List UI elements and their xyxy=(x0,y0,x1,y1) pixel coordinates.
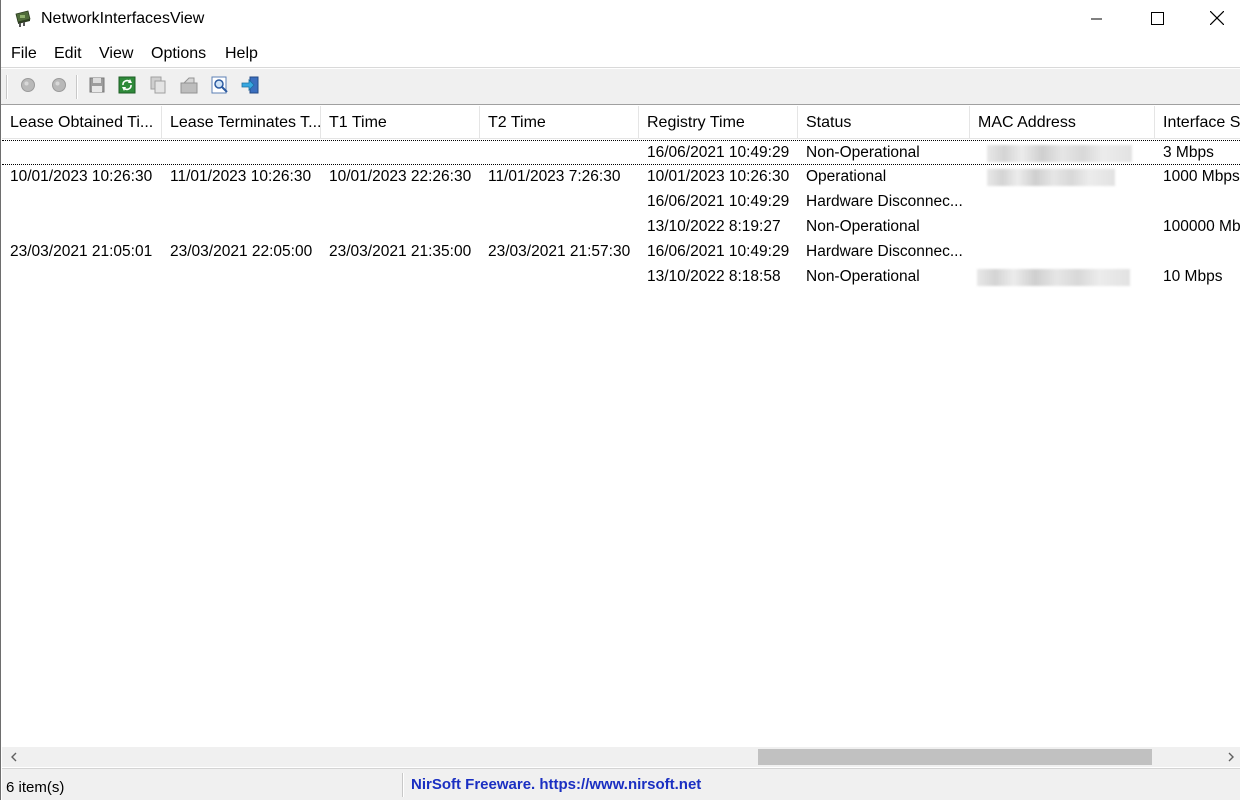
cell-interface-speed: 10 Mbps xyxy=(1163,268,1223,285)
cell-lease-terminates: 11/01/2023 10:26:30 xyxy=(170,168,312,185)
cell-registry-time: 13/10/2022 8:18:58 xyxy=(647,268,781,285)
toolbar-separator xyxy=(76,75,78,99)
scroll-right-button[interactable] xyxy=(1221,747,1240,767)
scroll-thumb[interactable] xyxy=(758,749,1152,765)
exit-button[interactable] xyxy=(239,75,263,99)
column-header-lease-terminates[interactable]: Lease Terminates T... xyxy=(162,106,321,139)
cell-interface-speed: 100000 Mb xyxy=(1163,218,1240,235)
cell-status: Non-Operational xyxy=(806,144,920,161)
status-divider xyxy=(402,773,404,797)
save-icon xyxy=(88,76,106,98)
mac-address-redacted xyxy=(987,169,1115,186)
close-button[interactable] xyxy=(1187,0,1240,40)
cell-t1-time: 10/01/2023 22:26:30 xyxy=(329,168,472,185)
properties-icon xyxy=(180,76,198,98)
find-icon xyxy=(211,76,229,98)
properties-button[interactable] xyxy=(177,75,201,99)
nirsoft-link[interactable]: NirSoft Freeware. https://www.nirsoft.ne… xyxy=(411,776,701,793)
menu-options[interactable]: Options xyxy=(151,45,206,63)
toolbar xyxy=(1,69,1240,105)
menu-edit[interactable]: Edit xyxy=(54,45,82,63)
cell-interface-speed: 1000 Mbps xyxy=(1163,168,1240,185)
enable-button[interactable] xyxy=(16,75,40,99)
maximize-button[interactable] xyxy=(1127,0,1187,40)
cell-registry-time: 16/06/2021 10:49:29 xyxy=(647,243,790,260)
column-header-mac-address[interactable]: MAC Address xyxy=(970,106,1155,139)
table-row[interactable]: 10/01/2023 10:26:30 11/01/2023 10:26:30 … xyxy=(2,165,1240,190)
cell-t1-time: 23/03/2021 21:35:00 xyxy=(329,243,472,260)
menu-help[interactable]: Help xyxy=(225,45,258,63)
horizontal-scrollbar[interactable] xyxy=(2,747,1240,767)
table-row[interactable]: 16/06/2021 10:49:29 Non-Operational 3 Mb… xyxy=(2,140,1240,165)
chevron-right-icon xyxy=(1226,749,1236,766)
interfaces-table[interactable]: Lease Obtained Ti... Lease Terminates T.… xyxy=(2,106,1240,747)
cell-status: Non-Operational xyxy=(806,218,920,235)
cell-registry-time: 16/06/2021 10:49:29 xyxy=(647,144,790,161)
cell-registry-time: 10/01/2023 10:26:30 xyxy=(647,168,790,185)
app-window: NetworkInterfacesView File Edit View Opt… xyxy=(0,0,1240,800)
cell-registry-time: 16/06/2021 10:49:29 xyxy=(647,193,790,210)
find-button[interactable] xyxy=(208,75,232,99)
network-card-icon xyxy=(13,10,33,28)
column-header-registry-time[interactable]: Registry Time xyxy=(639,106,798,139)
save-button[interactable] xyxy=(85,75,109,99)
cell-lease-obtained: 23/03/2021 21:05:01 xyxy=(10,243,153,260)
status-bar: 6 item(s) NirSoft Freeware. https://www.… xyxy=(2,768,1240,800)
cell-registry-time: 13/10/2022 8:19:27 xyxy=(647,218,781,235)
disable-icon xyxy=(50,76,68,98)
disable-button[interactable] xyxy=(47,75,71,99)
table-row[interactable]: 23/03/2021 21:05:01 23/03/2021 22:05:00 … xyxy=(2,240,1240,265)
mac-address-redacted xyxy=(987,145,1132,162)
close-icon xyxy=(1209,10,1225,29)
exit-icon xyxy=(241,75,261,99)
cell-status: Hardware Disconnec... xyxy=(806,243,963,260)
column-header-t1-time[interactable]: T1 Time xyxy=(321,106,480,139)
minimize-icon xyxy=(1091,12,1103,29)
cell-status: Operational xyxy=(806,168,887,185)
toolbar-grip[interactable] xyxy=(6,75,8,99)
cell-status: Non-Operational xyxy=(806,268,920,285)
minimize-button[interactable] xyxy=(1067,0,1127,40)
copy-icon xyxy=(149,76,167,98)
table-row[interactable]: 16/06/2021 10:49:29 Hardware Disconnec..… xyxy=(2,190,1240,215)
refresh-button[interactable] xyxy=(115,75,139,99)
chevron-left-icon xyxy=(9,749,19,766)
cell-interface-speed: 3 Mbps xyxy=(1163,144,1214,161)
cell-lease-terminates: 23/03/2021 22:05:00 xyxy=(170,243,313,260)
column-header-status[interactable]: Status xyxy=(798,106,970,139)
cell-lease-obtained: 10/01/2023 10:26:30 xyxy=(10,168,153,185)
refresh-icon xyxy=(118,76,136,98)
menu-file[interactable]: File xyxy=(11,45,37,63)
window-title: NetworkInterfacesView xyxy=(41,10,205,27)
maximize-icon xyxy=(1150,11,1164,29)
column-header-interface-speed[interactable]: Interface S xyxy=(1155,106,1240,139)
menu-view[interactable]: View xyxy=(99,45,133,63)
scroll-left-button[interactable] xyxy=(4,747,24,767)
table-row[interactable]: 13/10/2022 8:18:58 Non-Operational 10 Mb… xyxy=(2,265,1240,290)
cell-t2-time: 23/03/2021 21:57:30 xyxy=(488,243,631,260)
cell-t2-time: 11/01/2023 7:26:30 xyxy=(488,168,621,185)
item-count: 6 item(s) xyxy=(6,779,65,796)
title-bar[interactable]: NetworkInterfacesView xyxy=(1,0,1240,40)
menu-bar: File Edit View Options Help xyxy=(1,40,1240,68)
copy-button[interactable] xyxy=(146,75,170,99)
cell-status: Hardware Disconnec... xyxy=(806,193,963,210)
table-header: Lease Obtained Ti... Lease Terminates T.… xyxy=(2,106,1240,139)
mac-address-redacted xyxy=(977,269,1130,286)
table-row[interactable]: 13/10/2022 8:19:27 Non-Operational 10000… xyxy=(2,215,1240,240)
enable-icon xyxy=(19,76,37,98)
column-header-lease-obtained[interactable]: Lease Obtained Ti... xyxy=(2,106,162,139)
column-header-t2-time[interactable]: T2 Time xyxy=(480,106,639,139)
